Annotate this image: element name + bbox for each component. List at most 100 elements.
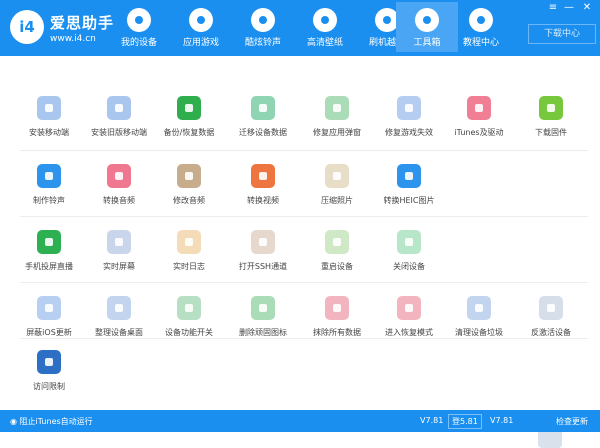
i4-app-old-icon xyxy=(107,96,131,120)
bell-icon xyxy=(251,8,275,32)
tool-item[interactable]: 屏蔽iOS更新 xyxy=(16,296,82,338)
tool-item[interactable]: 实时屏幕 xyxy=(86,230,152,272)
apple-icon xyxy=(127,8,151,32)
tool-label: 整理设备桌面 xyxy=(95,328,143,337)
check-update-button[interactable]: 检查更新 xyxy=(556,416,588,427)
row-divider xyxy=(20,282,588,283)
tool-label: 修复游戏失效 xyxy=(385,128,433,137)
nav-item-0[interactable]: 我的设备 xyxy=(108,2,170,52)
tool-item[interactable]: 实时日志 xyxy=(156,230,222,272)
tool-item[interactable]: 修复游戏失效 xyxy=(376,96,442,138)
tool-label: 修改音频 xyxy=(173,196,205,205)
audio-note-icon xyxy=(107,164,131,188)
photo-compress-icon xyxy=(325,164,349,188)
tool-item[interactable]: 抹除所有数据 xyxy=(304,296,370,338)
tool-item[interactable]: 反激活设备 xyxy=(518,296,584,338)
tool-item[interactable]: 整理设备桌面 xyxy=(86,296,152,338)
clean-broom-icon xyxy=(467,296,491,320)
version-box: 登5.81 xyxy=(448,414,482,429)
tool-item[interactable]: 转换HEIC图片 xyxy=(376,164,442,206)
itunes-block-toggle[interactable]: ◉ 阻止iTunes自动运行 xyxy=(10,416,93,427)
tools-icon xyxy=(415,8,439,32)
tool-item[interactable]: 关闭设备 xyxy=(376,230,442,272)
edit-audio-icon xyxy=(177,164,201,188)
tool-item[interactable]: 进入恢复模式 xyxy=(376,296,442,338)
status-bar: ◉ 阻止iTunes自动运行 V7.81 登5.81 V7.81 检查更新 xyxy=(0,410,600,432)
tool-label: 备份/恢复数据 xyxy=(163,128,215,137)
tool-label: 压缩照片 xyxy=(321,196,353,205)
tool-label: 转换音频 xyxy=(103,196,135,205)
fix-popup-icon xyxy=(325,96,349,120)
tool-item[interactable]: 转换视频 xyxy=(230,164,296,206)
nav-label: 酷炫铃声 xyxy=(244,38,281,48)
nav-label: 应用游戏 xyxy=(182,38,219,48)
brand-url: www.i4.cn xyxy=(50,34,96,44)
tool-item[interactable]: 安装移动端 xyxy=(16,96,82,138)
tool-item[interactable]: 修改音频 xyxy=(156,164,222,206)
row-divider xyxy=(20,338,588,339)
migrate-icon xyxy=(251,96,275,120)
tool-label: 下载固件 xyxy=(535,128,567,137)
tool-item[interactable]: 手机投屏直播 xyxy=(16,230,82,272)
tool-label: 修复应用弹窗 xyxy=(313,128,361,137)
tool-item[interactable]: 转换音频 xyxy=(86,164,152,206)
power-icon xyxy=(397,230,421,254)
toolbox-panel: 安装移动端 安装旧版移动端 备份/恢复数据 迁移设备数据 修复应用弹窗 修复游戏失效 iTu… xyxy=(0,56,600,448)
menu-icon[interactable]: ≡ xyxy=(547,2,559,13)
tool-item[interactable]: iTunes及驱动 xyxy=(446,96,512,138)
itunes-icon xyxy=(467,96,491,120)
tool-label: 转换HEIC图片 xyxy=(383,196,435,205)
tool-label: 进入恢复模式 xyxy=(385,328,433,337)
desktop-grid-icon xyxy=(107,296,131,320)
backup-restore-icon xyxy=(177,96,201,120)
ssh-icon xyxy=(251,230,275,254)
tool-label: 设备功能开关 xyxy=(165,328,213,337)
tool-item[interactable]: 下载固件 xyxy=(518,96,584,138)
screen-cast-icon xyxy=(37,230,61,254)
info-icon xyxy=(469,8,493,32)
tool-item[interactable]: 清理设备垃圾 xyxy=(446,296,512,338)
tool-item[interactable]: 重启设备 xyxy=(304,230,370,272)
version-label: V7.81 xyxy=(420,416,444,425)
tool-item[interactable]: 打开SSH通道 xyxy=(230,230,296,272)
restriction-icon xyxy=(37,350,61,374)
nav-item-2[interactable]: 酷炫铃声 xyxy=(232,2,294,52)
recovery-icon xyxy=(397,296,421,320)
tool-label: 删除顽固图标 xyxy=(239,328,287,337)
tool-item[interactable]: 修复应用弹窗 xyxy=(304,96,370,138)
nav-item-6[interactable]: 教程中心 xyxy=(450,2,512,52)
deactivate-icon xyxy=(539,296,563,320)
tool-label: 打开SSH通道 xyxy=(238,262,288,271)
delete-icon-icon xyxy=(251,296,275,320)
row-divider xyxy=(20,216,588,217)
nav-item-3[interactable]: 高清壁纸 xyxy=(294,2,356,52)
close-button[interactable]: ✕ xyxy=(581,2,593,13)
tool-item[interactable]: 迁移设备数据 xyxy=(230,96,296,138)
tool-label: 安装旧版移动端 xyxy=(91,128,147,137)
itunes-block-icon: ◉ xyxy=(10,417,20,426)
tool-label: 转换视频 xyxy=(247,196,279,205)
version-label-2: V7.81 xyxy=(490,416,514,425)
nav-label: 高清壁纸 xyxy=(306,38,343,48)
minimize-button[interactable]: — xyxy=(563,2,575,13)
tool-label: iTunes及驱动 xyxy=(454,128,504,137)
tool-label: 制作铃声 xyxy=(33,196,65,205)
app-header: i4 爱思助手 www.i4.cn 我的设备 应用游戏 酷炫铃声 高清壁纸 刷机越狱 工具… xyxy=(0,0,600,56)
download-center-button[interactable]: 下载中心 xyxy=(528,24,596,44)
nav-item-5[interactable]: 工具箱 xyxy=(396,2,458,52)
heic-photo-icon xyxy=(397,164,421,188)
realtime-screen-icon xyxy=(107,230,131,254)
tool-item[interactable]: 制作铃声 xyxy=(16,164,82,206)
tool-item[interactable]: 删除顽固图标 xyxy=(230,296,296,338)
log-icon xyxy=(177,230,201,254)
ringtone-bell-icon xyxy=(37,164,61,188)
nav-item-1[interactable]: 应用游戏 xyxy=(170,2,232,52)
feature-toggle-icon xyxy=(177,296,201,320)
tool-item[interactable]: 访问限制 xyxy=(16,350,82,392)
row-divider xyxy=(20,150,588,151)
tool-item[interactable]: 安装旧版移动端 xyxy=(86,96,152,138)
nav-label: 工具箱 xyxy=(413,38,441,48)
tool-item[interactable]: 备份/恢复数据 xyxy=(156,96,222,138)
tool-item[interactable]: 设备功能开关 xyxy=(156,296,222,338)
tool-item[interactable]: 压缩照片 xyxy=(304,164,370,206)
